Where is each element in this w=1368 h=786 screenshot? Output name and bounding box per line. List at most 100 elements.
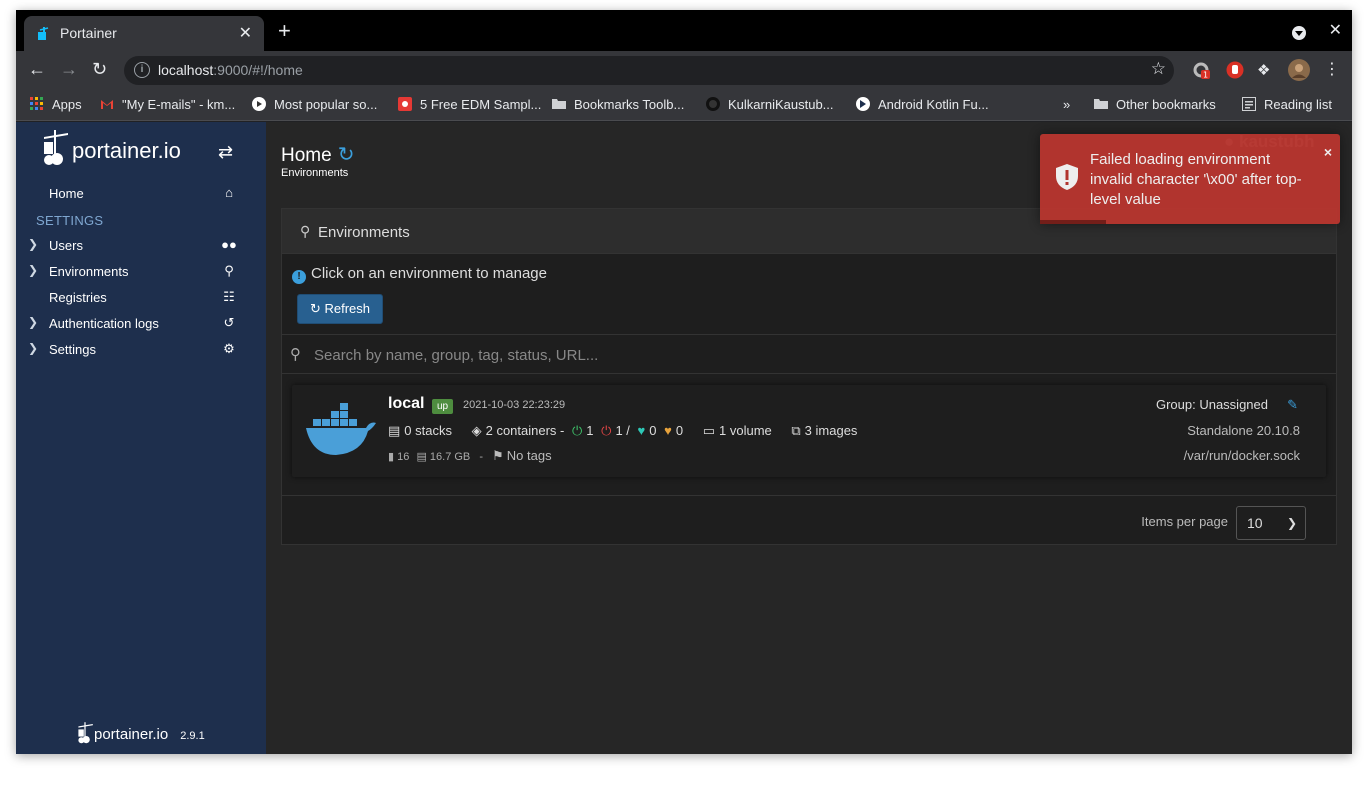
sidebar-item-registries[interactable]: Registries ☷	[16, 285, 266, 311]
bookmark-label: Bookmarks Toolb...	[574, 97, 685, 112]
sidebar-item-users[interactable]: ❯ Users ●●	[16, 233, 266, 259]
menu-kebab-icon[interactable]: ⋮	[1324, 59, 1342, 78]
bookmark-android-kotlin[interactable]: Android Kotlin Fu...	[856, 97, 989, 112]
items-per-page-select[interactable]: 10 ❯	[1236, 506, 1306, 540]
environment-card[interactable]: local up 2021-10-03 22:23:29 ▤ 0 stacks ◈…	[292, 385, 1326, 477]
environments-panel: ⚲ Environments ! Click on an environment …	[281, 208, 1337, 545]
environment-date: 2021-10-03 22:23:29	[463, 399, 566, 411]
sidebar: portainer.io ⇄ Home ⌂ SETTINGS ❯ Users ●…	[16, 122, 266, 754]
cpu-icon: ▮	[388, 451, 395, 463]
play-circle-icon	[252, 97, 266, 111]
window-close-icon[interactable]: ✕	[1329, 20, 1342, 40]
reading-list-icon	[1242, 97, 1256, 111]
sidebar-item-label: Environments	[49, 264, 129, 279]
portainer-favicon-icon	[38, 27, 49, 40]
bookmarks-overflow-icon[interactable]: »	[1063, 97, 1070, 112]
environment-name: local	[388, 395, 425, 412]
url-text[interactable]: localhost:9000/#!/home	[158, 62, 303, 78]
url-host: localhost	[158, 62, 214, 78]
manage-hint: ! Click on an environment to manage	[292, 265, 547, 284]
forward-icon[interactable]: →	[60, 59, 78, 79]
bookmarks-bar: Apps "My E-mails" - km... Most popular s…	[16, 89, 1352, 121]
bookmark-label: KulkarniKaustub...	[728, 97, 834, 112]
github-icon	[706, 97, 720, 111]
plug-icon: ⚲	[300, 223, 311, 239]
chevron-right-icon[interactable]: ❯	[28, 315, 38, 329]
volume-icon: ▭	[702, 423, 715, 438]
edit-pencil-icon[interactable]: ✎	[1287, 397, 1298, 413]
extension-badge: 1	[1203, 71, 1208, 80]
bookmark-label: Most popular so...	[274, 97, 378, 112]
sidebar-item-authentication-logs[interactable]: ❯ Authentication logs ↺	[16, 311, 266, 337]
folder-icon	[1094, 99, 1108, 109]
tags-icon: ⚑	[492, 448, 504, 463]
error-toast[interactable]: Failed loading environment invalid chara…	[1040, 134, 1340, 224]
chevron-right-icon[interactable]: ❯	[28, 341, 38, 355]
manage-hint-text: Click on an environment to manage	[311, 265, 547, 282]
back-icon[interactable]: ←	[28, 59, 46, 79]
refresh-icon[interactable]: ↻	[338, 144, 355, 166]
sidebar-item-settings[interactable]: ❯ Settings ⚙	[16, 337, 266, 363]
search-bar: ⚲	[282, 334, 1336, 374]
bookmark-toolbar-folder[interactable]: Bookmarks Toolb...	[552, 97, 684, 112]
database-icon: ☷	[223, 289, 235, 304]
sidebar-item-home[interactable]: Home ⌂	[16, 181, 266, 207]
containers-count: 2 containers -	[485, 423, 565, 438]
new-tab-button[interactable]: +	[278, 20, 291, 42]
address-bar[interactable]: i localhost:9000/#!/home ☆	[124, 56, 1174, 85]
images-count: 3 images	[804, 423, 858, 438]
docker-whale-icon	[306, 403, 376, 455]
tab-close-icon[interactable]: ✕	[239, 23, 252, 43]
settings-heading: SETTINGS	[36, 213, 104, 228]
toggle-sidebar-icon[interactable]: ⇄	[218, 142, 233, 163]
search-input[interactable]	[312, 341, 1312, 369]
extension-record-icon[interactable]: 1	[1192, 61, 1210, 79]
environment-stats: ▤ 0 stacks ◈ 2 containers - ⏻ 1 ⏻ 1 / ♥ 0 ♥ 0 …	[388, 423, 861, 439]
healthy-icon: ♥	[637, 423, 646, 438]
extensions-puzzle-icon[interactable]: ❖	[1257, 61, 1275, 79]
sidebar-footer: portainer.io 2.9.1	[76, 720, 205, 746]
reload-icon[interactable]: ↻	[92, 59, 107, 79]
bookmark-edm[interactable]: 5 Free EDM Sampl...	[398, 97, 541, 112]
bookmark-other[interactable]: Other bookmarks	[1094, 97, 1216, 112]
chevron-right-icon[interactable]: ❯	[28, 237, 38, 251]
bookmark-label: 5 Free EDM Sampl...	[420, 97, 542, 112]
sidebar-item-label: Settings	[49, 342, 96, 357]
chevron-right-icon[interactable]: ❯	[28, 263, 38, 277]
stopped-count: 1 /	[615, 423, 630, 438]
history-icon: ↺	[223, 315, 235, 330]
shield-alert-icon	[1056, 164, 1078, 190]
environment-group: Group: Unassigned	[1155, 397, 1268, 412]
browser-tab[interactable]: Portainer ✕	[24, 16, 264, 51]
tab-search-icon[interactable]	[1292, 26, 1306, 40]
sidebar-item-environments[interactable]: ❯ Environments ⚲	[16, 259, 266, 285]
images-icon: ⧉	[791, 423, 801, 438]
reading-list-button[interactable]: Reading list	[1242, 97, 1332, 112]
toast-progress-bar	[1040, 220, 1106, 224]
memory-size: 16.7 GB	[429, 451, 471, 463]
chevron-down-icon: ❯	[1286, 516, 1297, 530]
extension-hand-icon[interactable]	[1226, 61, 1244, 79]
refresh-icon: ↻	[309, 301, 325, 316]
sidebar-item-label: Registries	[49, 290, 107, 305]
bookmark-apps[interactable]: Apps	[30, 97, 82, 112]
profile-avatar[interactable]	[1288, 59, 1310, 81]
containers-icon: ◈	[471, 423, 482, 438]
meta-separator: -	[479, 451, 483, 463]
portainer-logo[interactable]: portainer.io	[40, 130, 181, 166]
site-info-icon[interactable]: i	[134, 62, 150, 78]
bookmark-gmail[interactable]: "My E-mails" - km...	[100, 97, 235, 112]
toast-message: invalid character '\x00' after top-level…	[1090, 171, 1302, 208]
bookmark-popular[interactable]: Most popular so...	[252, 97, 377, 112]
tab-strip: Portainer ✕ + ✕	[16, 10, 1352, 51]
browser-toolbar: ← → ↻ i localhost:9000/#!/home ☆ 1 ❖ ⋮	[16, 51, 1352, 89]
apps-grid-icon	[30, 97, 43, 110]
bookmark-github[interactable]: KulkarniKaustub...	[706, 97, 834, 112]
url-path: :9000/#!/home	[213, 62, 303, 78]
footer-logo-text: portainer.io	[94, 726, 169, 743]
refresh-button[interactable]: ↻ Refresh	[297, 294, 383, 324]
bookmark-star-icon[interactable]: ☆	[1151, 59, 1166, 79]
sidebar-item-label: Authentication logs	[49, 316, 159, 331]
users-icon: ●●	[221, 237, 237, 252]
toast-close-icon[interactable]: ×	[1324, 144, 1332, 160]
